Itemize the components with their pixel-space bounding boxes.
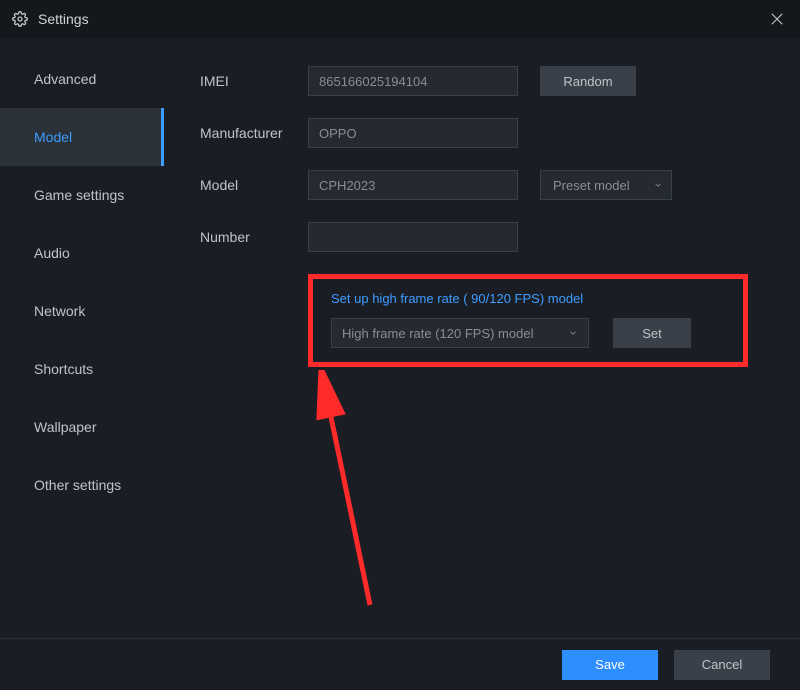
- sidebar-item-label: Advanced: [34, 71, 96, 87]
- set-button[interactable]: Set: [613, 318, 691, 348]
- cancel-button[interactable]: Cancel: [674, 650, 770, 680]
- sidebar-item-label: Network: [34, 303, 85, 319]
- sidebar-item-network[interactable]: Network: [0, 282, 164, 340]
- sidebar-item-model[interactable]: Model: [0, 108, 164, 166]
- sidebar-item-label: Model: [34, 129, 72, 145]
- sidebar-item-game-settings[interactable]: Game settings: [0, 166, 164, 224]
- model-input[interactable]: [308, 170, 518, 200]
- imei-label: IMEI: [200, 73, 308, 89]
- model-label: Model: [200, 177, 308, 193]
- gear-icon: [12, 11, 28, 27]
- sidebar-item-advanced[interactable]: Advanced: [0, 50, 164, 108]
- sidebar-item-audio[interactable]: Audio: [0, 224, 164, 282]
- row-model: Model Preset model: [200, 170, 764, 200]
- sidebar-item-wallpaper[interactable]: Wallpaper: [0, 398, 164, 456]
- high-frame-rate-highlight: Set up high frame rate ( 90/120 FPS) mod…: [308, 274, 748, 367]
- sidebar-item-label: Game settings: [34, 187, 124, 203]
- preset-model-select[interactable]: Preset model: [540, 170, 672, 200]
- preset-model-value: Preset model: [553, 178, 630, 193]
- number-input[interactable]: [308, 222, 518, 252]
- high-frame-rate-title: Set up high frame rate ( 90/120 FPS) mod…: [331, 291, 725, 306]
- save-button[interactable]: Save: [562, 650, 658, 680]
- high-frame-rate-select[interactable]: High frame rate (120 FPS) model: [331, 318, 589, 348]
- imei-input[interactable]: [308, 66, 518, 96]
- high-frame-rate-row: High frame rate (120 FPS) model Set: [331, 318, 725, 348]
- main-panel: IMEI Random Manufacturer Model Preset mo…: [164, 38, 800, 638]
- close-icon[interactable]: [768, 10, 786, 28]
- manufacturer-label: Manufacturer: [200, 125, 308, 141]
- sidebar-item-shortcuts[interactable]: Shortcuts: [0, 340, 164, 398]
- sidebar: Advanced Model Game settings Audio Netwo…: [0, 38, 164, 638]
- sidebar-item-label: Shortcuts: [34, 361, 93, 377]
- row-imei: IMEI Random: [200, 66, 764, 96]
- random-button[interactable]: Random: [540, 66, 636, 96]
- row-number: Number: [200, 222, 764, 252]
- titlebar: Settings: [0, 0, 800, 38]
- row-manufacturer: Manufacturer: [200, 118, 764, 148]
- sidebar-item-label: Wallpaper: [34, 419, 97, 435]
- sidebar-item-other-settings[interactable]: Other settings: [0, 456, 164, 514]
- number-label: Number: [200, 229, 308, 245]
- manufacturer-input[interactable]: [308, 118, 518, 148]
- window-title: Settings: [38, 11, 89, 27]
- footer: Save Cancel: [0, 638, 800, 690]
- high-frame-rate-value: High frame rate (120 FPS) model: [342, 326, 533, 341]
- chevron-down-icon: [653, 178, 663, 193]
- sidebar-item-label: Audio: [34, 245, 70, 261]
- sidebar-item-label: Other settings: [34, 477, 121, 493]
- chevron-down-icon: [568, 326, 578, 341]
